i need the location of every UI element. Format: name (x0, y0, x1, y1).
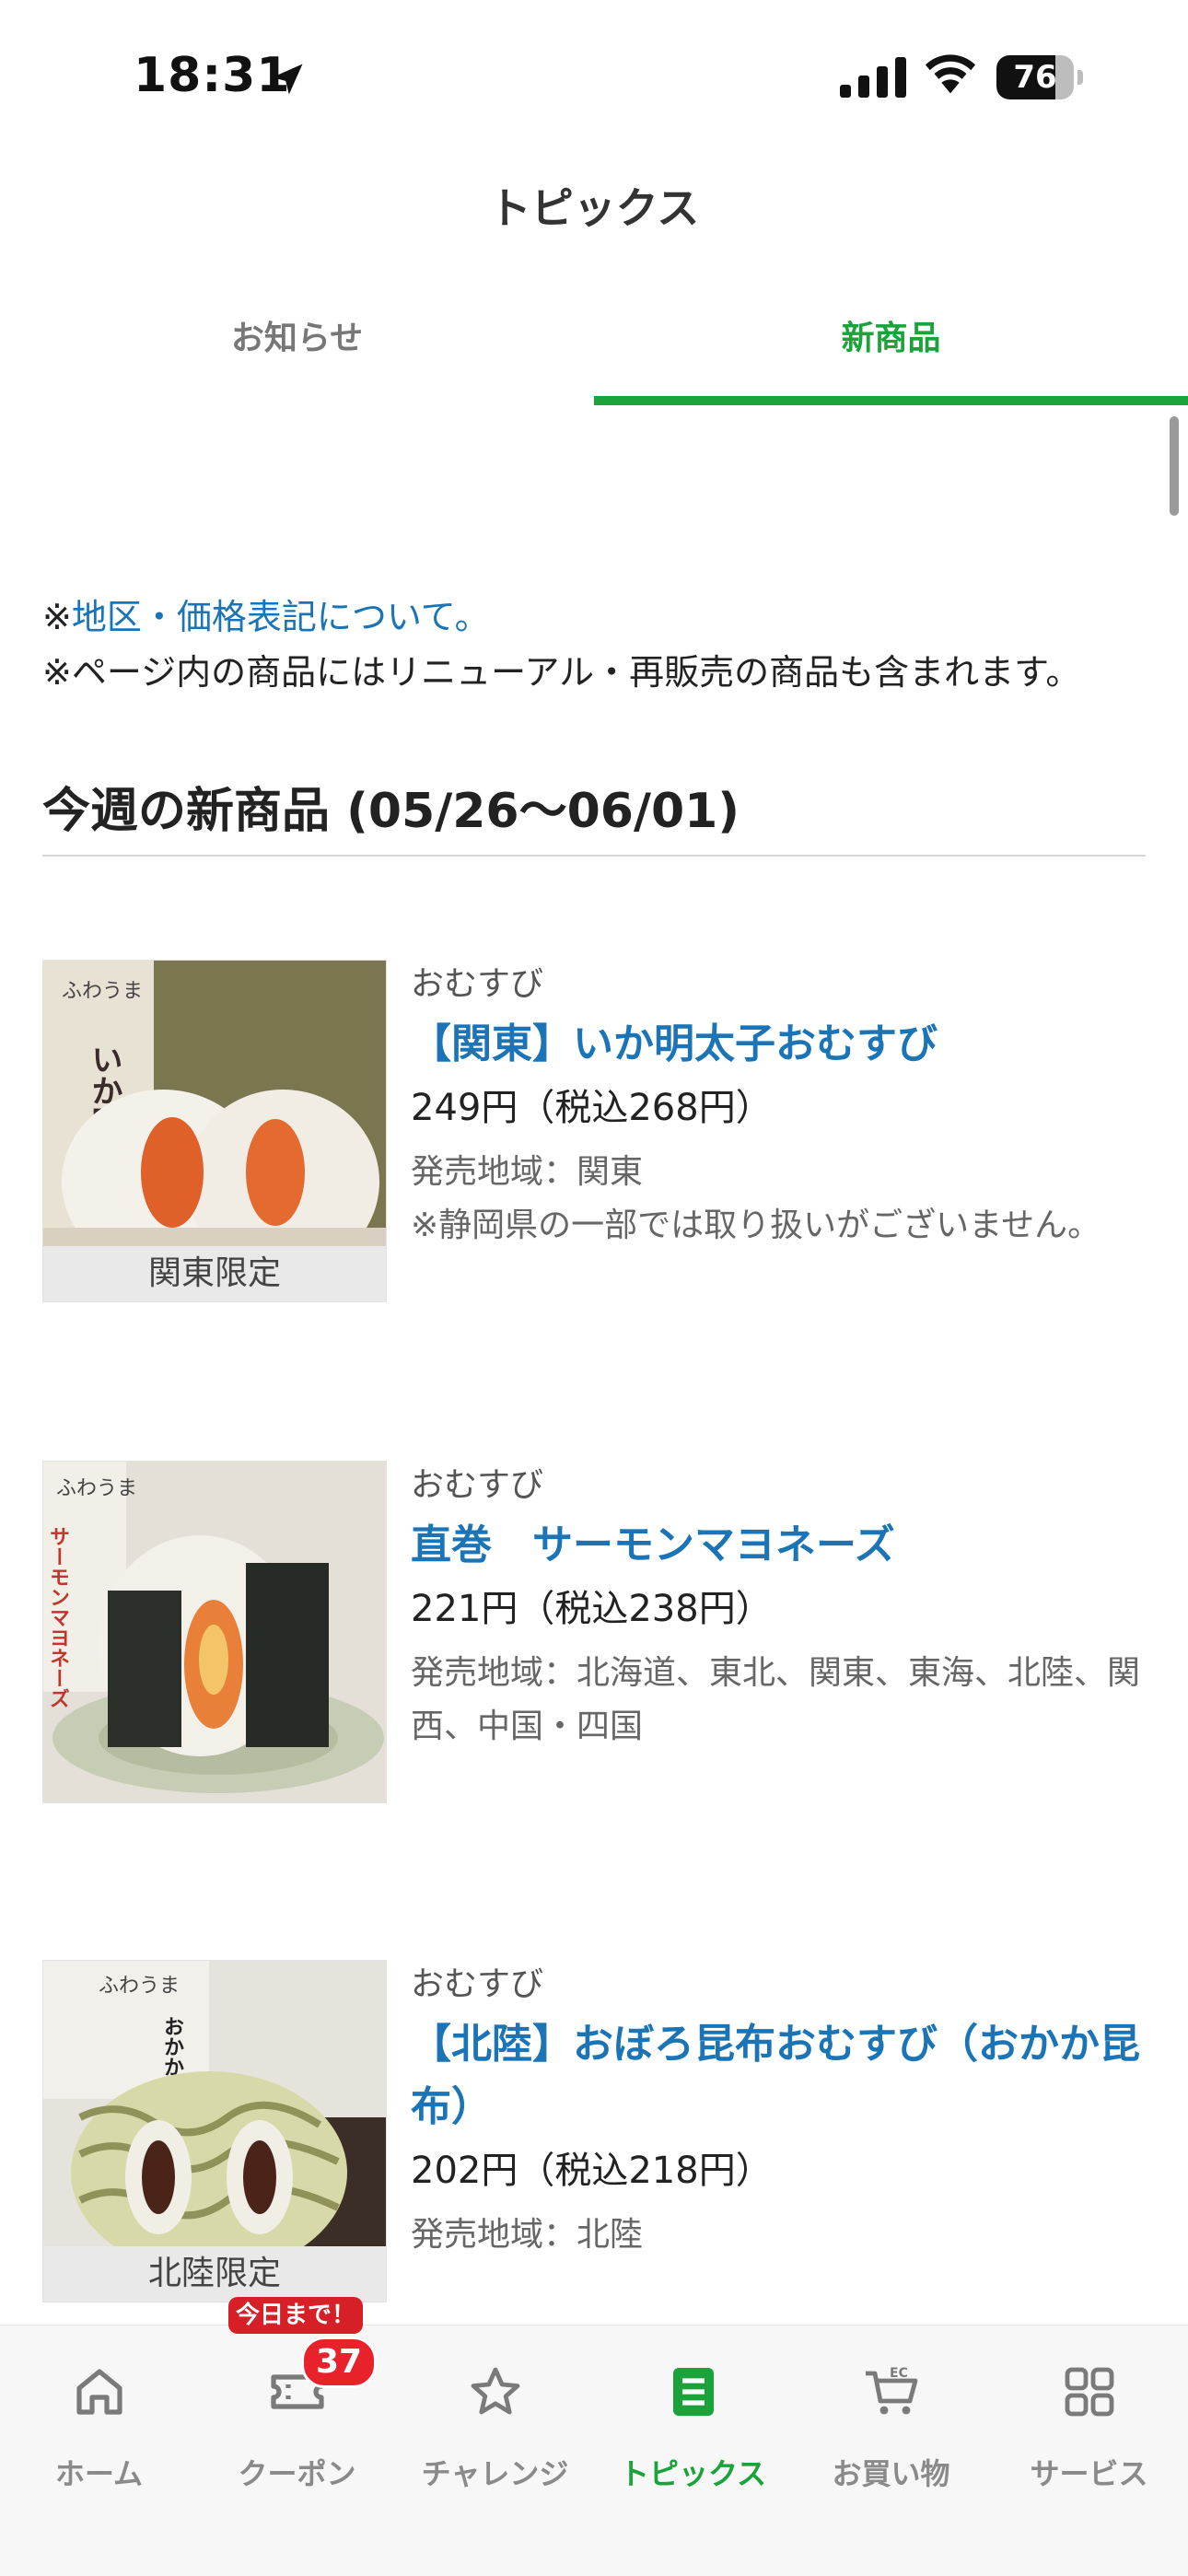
product-area: 発売地域：北陸 (411, 2216, 644, 2254)
package-label: サーモンマヨネーズ (46, 1526, 70, 1708)
region-tag: 関東限定 (43, 1246, 386, 1301)
battery-percent: 76 (1013, 59, 1057, 96)
product-name-link[interactable]: 直巻 サーモンマヨネーズ (411, 1514, 1147, 1577)
document-icon (673, 2368, 714, 2416)
onigiri-salmon-mayo-image: ふわうま サーモンマヨネーズ (43, 1462, 386, 1802)
tab-new-products[interactable]: 新商品 (594, 293, 1188, 407)
star-icon (471, 2367, 520, 2415)
battery-indicator: 76 (996, 55, 1085, 101)
status-bar: 18:31 76 (0, 0, 1188, 157)
product-thumbnail[interactable]: ふわうま サーモンマヨネーズ (42, 1461, 387, 1803)
nav-shopping[interactable]: EC お買い物 (792, 2325, 990, 2576)
week-heading: 今週の新商品 (05/26〜06/01) (42, 784, 740, 839)
coupon-count-badge: 37 (301, 2337, 377, 2388)
nav-coupon[interactable]: 37 クーポン (198, 2325, 396, 2576)
product-info: おむすび 【北陸】おぼろ昆布おむすび（おかか昆布） 202円（税込218円） 発… (411, 1960, 1147, 2262)
nav-label: トピックス (619, 2456, 767, 2491)
cellular-signal-icon (840, 57, 906, 98)
product-name-link[interactable]: 【北陸】おぼろ昆布おむすび（おかか昆布） (411, 2013, 1147, 2139)
page-title: トピックス (488, 183, 700, 233)
wifi-icon (925, 54, 976, 94)
divider (42, 855, 1146, 857)
ec-cart-icon: EC (866, 2366, 918, 2415)
notes-prefix: ※ (42, 597, 72, 637)
nav-label: クーポン (238, 2456, 356, 2491)
package-brand: ふわうま (56, 1477, 137, 1500)
package-brand: ふわうま (62, 980, 143, 1003)
product-category: おむすび (411, 965, 544, 1003)
onigiri-oboro-konbu-image: ふわうま おかか昆布 (43, 1961, 386, 2246)
product-area: 発売地域：北海道、東北、関東、東海、北陸、関西、中国・四国 (411, 1654, 1141, 1745)
scrollbar[interactable] (1170, 416, 1179, 516)
tab-notice[interactable]: お知らせ (0, 293, 594, 407)
location-arrow-icon (272, 64, 303, 95)
region-price-link[interactable]: 地区・価格表記について。 (72, 597, 490, 637)
svg-text:EC: EC (890, 2366, 908, 2381)
nav-label: お買い物 (832, 2456, 950, 2491)
grid-icon (1065, 2367, 1114, 2417)
nav-challenge[interactable]: チャレンジ (396, 2325, 594, 2576)
product-area: 発売地域：関東 (411, 1153, 644, 1191)
product-info: おむすび 直巻 サーモンマヨネーズ 221円（税込238円） 発売地域：北海道、… (411, 1461, 1147, 1754)
product-info: おむすび 【関東】いか明太子おむすび 249円（税込268円） 発売地域：関東 … (411, 960, 1147, 1253)
active-tab-indicator (594, 396, 1188, 405)
nav-topics[interactable]: トピックス (594, 2325, 792, 2576)
notes-line-2: ※ページ内の商品にはリニューアル・再販売の商品も含まれます。 (42, 652, 1081, 693)
home-icon (76, 2369, 122, 2415)
nav-home[interactable]: ホーム (0, 2325, 198, 2576)
notes-line-1: ※地区・価格表記について。 (42, 589, 1147, 645)
nav-service[interactable]: サービス (990, 2325, 1188, 2576)
onigiri-ika-mentaiko-image: ふわうま いか明太子 (43, 961, 386, 1246)
product-price: 221円（税込238円） (411, 1588, 773, 1630)
product-price: 202円（税込218円） (411, 2150, 773, 2192)
product-name-link[interactable]: 【関東】いか明太子おむすび (411, 1013, 1147, 1076)
product-price: 249円（税込268円） (411, 1087, 773, 1129)
product-thumbnail[interactable]: ふわうま いか明太子 関東限定 (42, 960, 387, 1302)
product-category: おむすび (411, 1466, 544, 1504)
package-brand: ふわうま (99, 1975, 180, 1998)
product-category: おむすび (411, 1965, 544, 2003)
region-tag: 北陸限定 (43, 2246, 386, 2302)
topics-tabs: お知らせ 新商品 (0, 293, 1188, 407)
product-remark: ※静岡県の一部では取り扱いがございません。 (411, 1206, 1101, 1244)
bottom-nav: ホーム 37 クーポン チャレンジ トピックス EC お買い物 サービス (0, 2325, 1188, 2576)
product-thumbnail[interactable]: ふわうま おかか昆布 北陸限定 (42, 1960, 387, 2302)
nav-label: チャレンジ (421, 2456, 569, 2491)
coupon-today-label: 今日まで！ (228, 2297, 363, 2334)
nav-label: サービス (1030, 2456, 1148, 2491)
nav-label: ホーム (54, 2456, 144, 2491)
notes: ※地区・価格表記について。 ※ページ内の商品にはリニューアル・再販売の商品も含ま… (42, 589, 1147, 700)
